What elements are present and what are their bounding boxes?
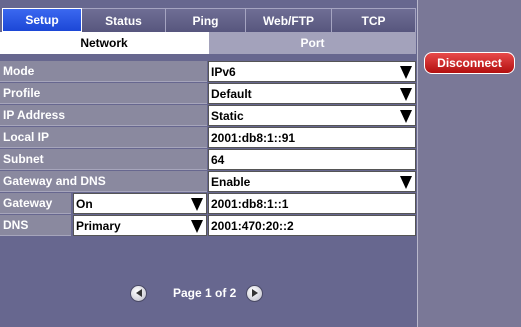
prev-page-button[interactable] xyxy=(130,284,147,302)
gateway-label: Gateway xyxy=(0,193,71,214)
dns-field[interactable]: 2001:470:20::2 xyxy=(208,215,416,236)
page-indicator: Page 1 of 2 xyxy=(173,286,237,300)
local-ip-field[interactable]: 2001:db8:1::91 xyxy=(208,127,416,148)
ip-address-label: IP Address xyxy=(0,105,207,126)
chevron-right-icon xyxy=(251,289,258,297)
dropdown-arrow-icon[interactable] xyxy=(400,88,412,101)
ip-address-select[interactable]: Static xyxy=(208,105,416,126)
gateway-field[interactable]: 2001:db8:1::1 xyxy=(208,193,416,214)
local-ip-label: Local IP xyxy=(0,127,207,148)
action-panel: Disconnect xyxy=(417,0,521,327)
ip-address-row: IP Address Static xyxy=(0,105,416,127)
sub-tabs: Network Port xyxy=(0,32,416,54)
tab-tcp[interactable]: TCP xyxy=(332,8,416,32)
top-tabs: Setup Status Ping Web/FTP TCP xyxy=(2,8,416,32)
main-panel: Setup Status Ping Web/FTP TCP Network Po… xyxy=(0,0,417,327)
dns-mode-value: Primary xyxy=(76,218,121,233)
disconnect-button[interactable]: Disconnect xyxy=(424,52,515,74)
subnet-label: Subnet xyxy=(0,149,207,170)
subnet-field[interactable]: 64 xyxy=(208,149,416,170)
gateway-mode-value: On xyxy=(76,196,93,211)
profile-row: Profile Default xyxy=(0,83,416,105)
subtab-network[interactable]: Network xyxy=(0,32,208,54)
tab-web-ftp[interactable]: Web/FTP xyxy=(246,8,332,32)
tab-ping[interactable]: Ping xyxy=(166,8,246,32)
next-page-button[interactable] xyxy=(246,284,264,302)
dropdown-arrow-icon[interactable] xyxy=(400,110,412,123)
dns-mode-select[interactable]: Primary xyxy=(73,215,207,236)
dns-row: DNS Primary 2001:470:20::2 xyxy=(0,215,416,237)
mode-value: IPv6 xyxy=(211,64,236,79)
mode-select[interactable]: IPv6 xyxy=(208,61,416,82)
dropdown-arrow-icon[interactable] xyxy=(191,198,203,211)
profile-value: Default xyxy=(211,86,252,101)
local-ip-row: Local IP 2001:db8:1::91 xyxy=(0,127,416,149)
dropdown-arrow-icon[interactable] xyxy=(400,66,412,79)
dropdown-arrow-icon[interactable] xyxy=(191,220,203,233)
subtab-port[interactable]: Port xyxy=(208,32,416,54)
pager: Page 1 of 2 xyxy=(130,282,264,304)
gateway-dns-row: Gateway and DNS Enable xyxy=(0,171,416,193)
profile-label: Profile xyxy=(0,83,207,104)
subnet-row: Subnet 64 xyxy=(0,149,416,171)
tab-status[interactable]: Status xyxy=(82,8,166,32)
tab-setup[interactable]: Setup xyxy=(2,8,82,32)
network-form: Mode IPv6 Profile Default IP Address Sta… xyxy=(0,61,416,237)
dns-label: DNS xyxy=(0,215,71,236)
profile-select[interactable]: Default xyxy=(208,83,416,104)
dropdown-arrow-icon[interactable] xyxy=(400,176,412,189)
gateway-dns-select[interactable]: Enable xyxy=(208,171,416,192)
chevron-left-icon xyxy=(135,289,142,297)
mode-row: Mode IPv6 xyxy=(0,61,416,83)
ip-address-value: Static xyxy=(211,108,244,123)
gateway-row: Gateway On 2001:db8:1::1 xyxy=(0,193,416,215)
gateway-dns-value: Enable xyxy=(211,174,251,189)
gateway-mode-select[interactable]: On xyxy=(73,193,207,214)
gateway-dns-label: Gateway and DNS xyxy=(0,171,207,192)
mode-label: Mode xyxy=(0,61,207,82)
